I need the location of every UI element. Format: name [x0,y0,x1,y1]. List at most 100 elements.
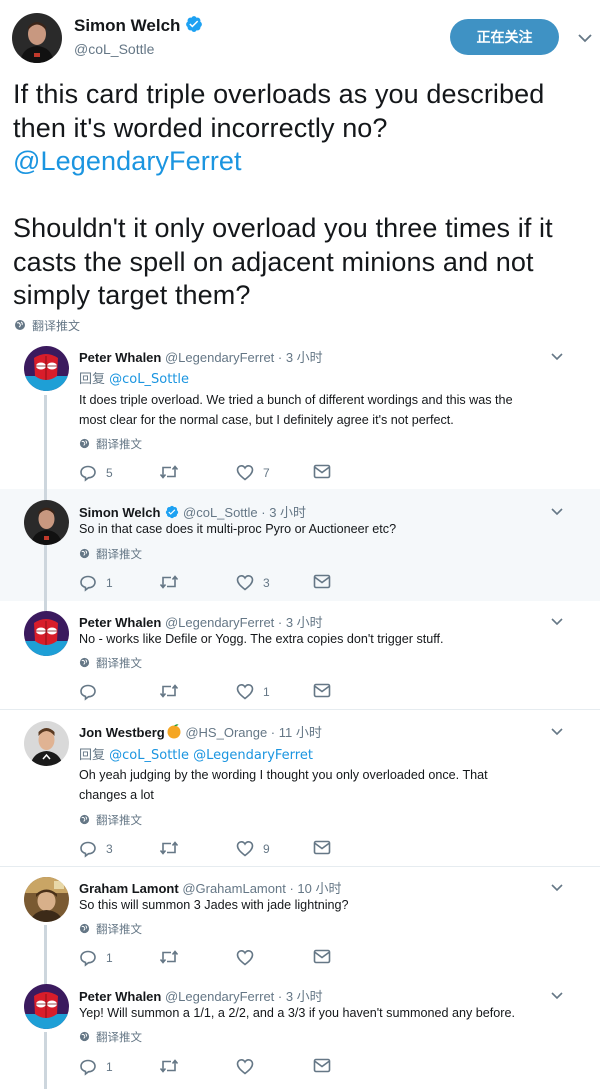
direct-message-icon [313,683,331,698]
reply-button[interactable]: 1 [79,949,113,967]
direct-message-button[interactable] [313,574,331,589]
avatar[interactable] [24,611,69,656]
reply-tweet[interactable]: Simon Welch @coL_Sottle · 3 小时 So in tha… [0,489,600,601]
author-meta[interactable]: @GrahamLamont · 10 小时 [182,881,341,896]
author-meta[interactable]: @LegendaryFerret · 3 小时 [165,350,323,365]
translate-tweet-link[interactable]: 翻译推文 [79,436,142,452]
tweet-line: most clear for the normal case, but I de… [79,413,454,427]
author-name[interactable]: Peter Whalen [79,615,161,630]
chevron-down-icon[interactable] [550,615,564,629]
reply-icon [80,575,96,592]
chevron-down-icon[interactable] [577,30,593,46]
globe-icon [79,1031,90,1042]
following-button[interactable]: 正在关注 [450,19,559,55]
translate-tweet-link[interactable]: 翻译推文 [79,812,142,828]
chevron-down-icon[interactable] [550,350,564,364]
author-meta[interactable]: @LegendaryFerret · 3 小时 [165,615,323,630]
like-icon [236,574,254,591]
direct-message-icon [313,840,331,855]
tweet-actions: 5 7 [79,464,339,484]
avatar[interactable] [24,877,69,922]
tweet-actions: 1 [79,1058,339,1078]
reply-count: 5 [106,466,113,480]
retweet-button[interactable] [159,840,188,856]
reply-tweet[interactable]: Jon Westberg @HS_Orange · 11 小时 回复 @coL_… [0,710,600,865]
direct-message-button[interactable] [313,840,331,855]
like-button[interactable]: 7 [236,464,270,481]
author-name[interactable]: Simon Welch [79,505,160,520]
translate-tweet-link[interactable]: 翻译推文 [79,1029,142,1045]
chevron-down-icon[interactable] [550,881,564,895]
reply-button[interactable] [79,683,106,701]
chevron-down-icon[interactable] [550,505,564,519]
chevron-down-icon[interactable] [550,989,564,1003]
avatar[interactable] [24,500,69,545]
like-button[interactable] [236,1058,263,1075]
like-icon [236,464,254,481]
tweet-actions: 1 [79,683,339,703]
reply-button[interactable]: 5 [79,464,113,482]
translate-label[interactable]: 翻译推文 [32,319,80,333]
author-name-text[interactable]: Simon Welch [74,16,180,35]
like-count: 7 [263,465,270,480]
direct-message-button[interactable] [313,683,331,698]
author-name[interactable]: Peter Whalen [79,989,161,1004]
avatar[interactable] [24,346,69,391]
tweet-text: So in that case does it multi-proc Pyro … [79,519,574,539]
translate-label[interactable]: 翻译推文 [96,813,142,827]
avatar[interactable] [24,984,69,1029]
like-button[interactable]: 9 [236,840,270,857]
direct-message-icon [313,574,331,589]
reply-count: 1 [106,951,113,965]
retweet-button[interactable] [159,683,188,699]
reply-button[interactable]: 1 [79,1058,113,1076]
retweet-button[interactable] [159,574,188,590]
author-meta[interactable]: @LegendaryFerret · 3 小时 [165,989,323,1004]
main-tweet-line: Shouldn't it only overload you three tim… [13,213,553,243]
author-name[interactable]: Graham Lamont [79,881,179,896]
reply-button[interactable]: 3 [79,840,113,858]
avatar[interactable] [24,721,69,766]
like-button[interactable]: 1 [236,683,270,700]
direct-message-button[interactable] [313,1058,331,1073]
reply-button[interactable]: 1 [79,574,113,592]
author-name[interactable]: Jon Westberg [79,725,165,740]
mention-link[interactable]: @LegendaryFerret [13,145,593,179]
author-name[interactable]: Peter Whalen [79,350,161,365]
translate-label[interactable]: 翻译推文 [96,922,142,936]
like-button[interactable] [236,949,263,966]
retweet-button[interactable] [159,1058,188,1074]
reply-tweet[interactable]: Peter Whalen @LegendaryFerret · 3 小时 回复 … [0,337,600,489]
reply-icon [80,1059,96,1076]
reply-icon [80,684,96,701]
author-name[interactable]: Simon Welch [74,15,203,36]
translate-tweet-link[interactable]: 翻译推文 [79,921,142,937]
direct-message-button[interactable] [313,949,331,964]
translate-label[interactable]: 翻译推文 [96,656,142,670]
direct-message-button[interactable] [313,464,331,479]
reply-tweet[interactable]: Graham Lamont @GrahamLamont · 10 小时 So t… [0,867,600,975]
translate-label[interactable]: 翻译推文 [96,547,142,561]
author-handle[interactable]: @coL_Sottle [74,41,154,57]
avatar[interactable] [12,13,62,63]
translate-tweet-link[interactable]: 翻译推文 [79,546,142,562]
author-meta[interactable]: @HS_Orange · 11 小时 [185,725,322,740]
retweet-button[interactable] [159,464,188,480]
reply-tweet[interactable]: Peter Whalen @LegendaryFerret · 3 小时 Yep… [0,975,600,1089]
like-button[interactable]: 3 [236,574,270,591]
translate-label[interactable]: 翻译推文 [96,437,142,451]
reply-tweet[interactable]: Peter Whalen @LegendaryFerret · 3 小时 No … [0,601,600,708]
chevron-down-icon[interactable] [550,725,564,739]
translate-label[interactable]: 翻译推文 [96,1030,142,1044]
tweet-line: So in that case does it multi-proc Pyro … [79,522,397,536]
author-meta[interactable]: @coL_Sottle · 3 小时 [183,505,306,520]
translate-tweet-link[interactable]: 翻译推文 [79,655,142,671]
translate-tweet-link[interactable]: 翻译推文 [14,317,80,334]
reply-to-mention[interactable]: @coL_Sottle [109,372,189,387]
retweet-button[interactable] [159,949,188,965]
reply-to-mention[interactable]: @coL_Sottle @LegendaryFerret [109,748,313,763]
tweet-line: Yep! Will summon a 1/1, a 2/2, and a 3/3… [79,1006,515,1020]
like-count: 9 [263,841,270,856]
like-count: 3 [263,575,270,590]
main-tweet-text: If this card triple overloads as you des… [13,78,593,313]
